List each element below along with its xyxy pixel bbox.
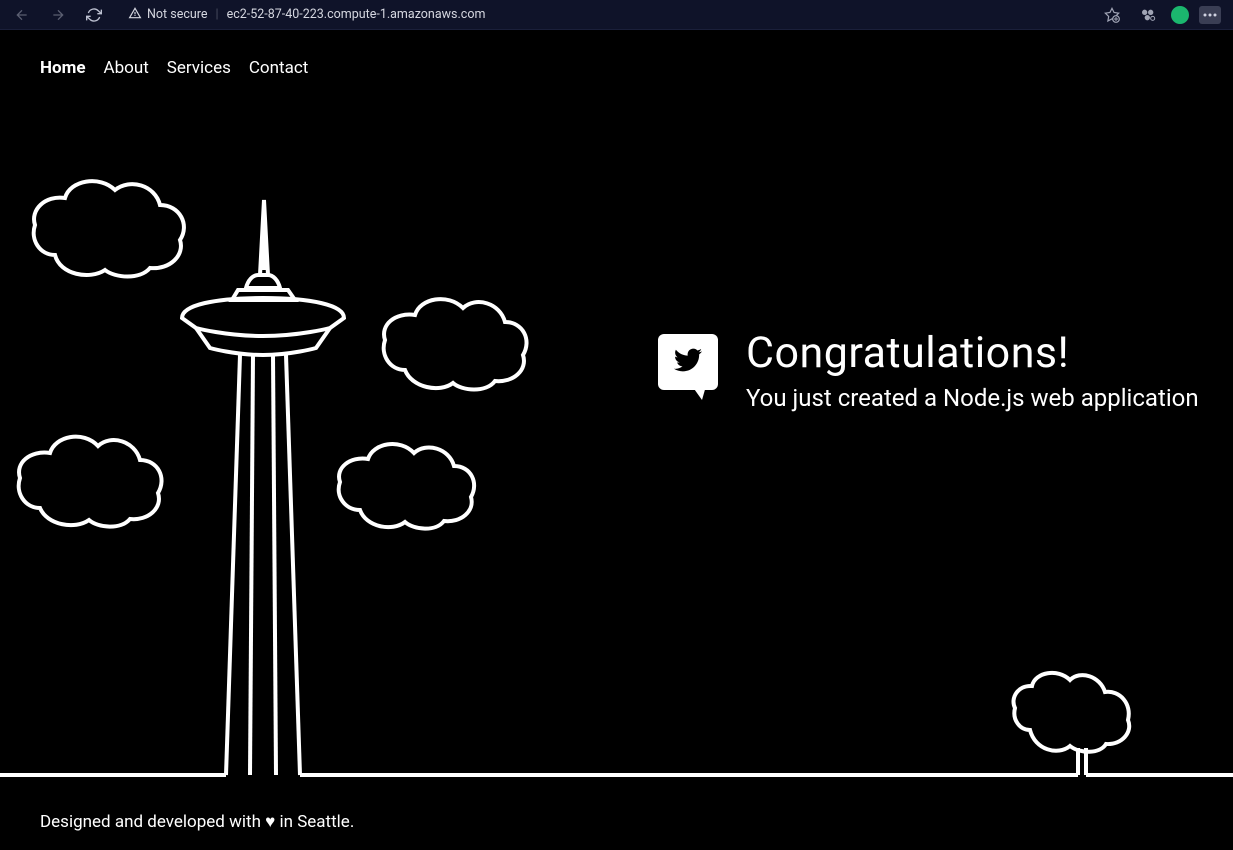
forward-button[interactable]: [44, 1, 72, 29]
nav-link-contact[interactable]: Contact: [249, 58, 308, 78]
footer-text: Designed and developed with ♥ in Seattle…: [40, 812, 354, 832]
main-nav: Home About Services Contact: [0, 30, 1233, 78]
back-button[interactable]: [8, 1, 36, 29]
url-text: ec2-52-87-40-223.compute-1.amazonaws.com: [227, 7, 486, 22]
hero-section: Congratulations! You just created a Node…: [658, 328, 1199, 412]
grammarly-icon[interactable]: [1171, 6, 1189, 24]
nav-link-services[interactable]: Services: [167, 58, 231, 78]
favorites-icon[interactable]: [1099, 2, 1125, 28]
warning-icon: [128, 6, 142, 24]
browser-toolbar: Not secure | ec2-52-87-40-223.compute-1.…: [0, 0, 1233, 30]
hero-text: Congratulations! You just created a Node…: [746, 328, 1199, 412]
page-content: Home About Services Contact: [0, 30, 1233, 850]
hero-title: Congratulations!: [746, 328, 1199, 378]
more-menu-button[interactable]: [1199, 6, 1221, 24]
extension-icon[interactable]: [1135, 2, 1161, 28]
security-indicator[interactable]: Not secure: [128, 6, 208, 24]
address-bar[interactable]: Not secure | ec2-52-87-40-223.compute-1.…: [128, 6, 1091, 24]
security-label: Not secure: [147, 7, 208, 22]
reload-button[interactable]: [80, 1, 108, 29]
toolbar-right: [1099, 2, 1221, 28]
nav-link-home[interactable]: Home: [40, 58, 86, 78]
divider: |: [216, 7, 219, 22]
twitter-share-button[interactable]: [658, 334, 718, 390]
seattle-illustration: [0, 30, 1233, 850]
nav-link-about[interactable]: About: [104, 58, 149, 78]
twitter-icon: [674, 346, 702, 378]
hero-subtitle: You just created a Node.js web applicati…: [746, 384, 1199, 412]
